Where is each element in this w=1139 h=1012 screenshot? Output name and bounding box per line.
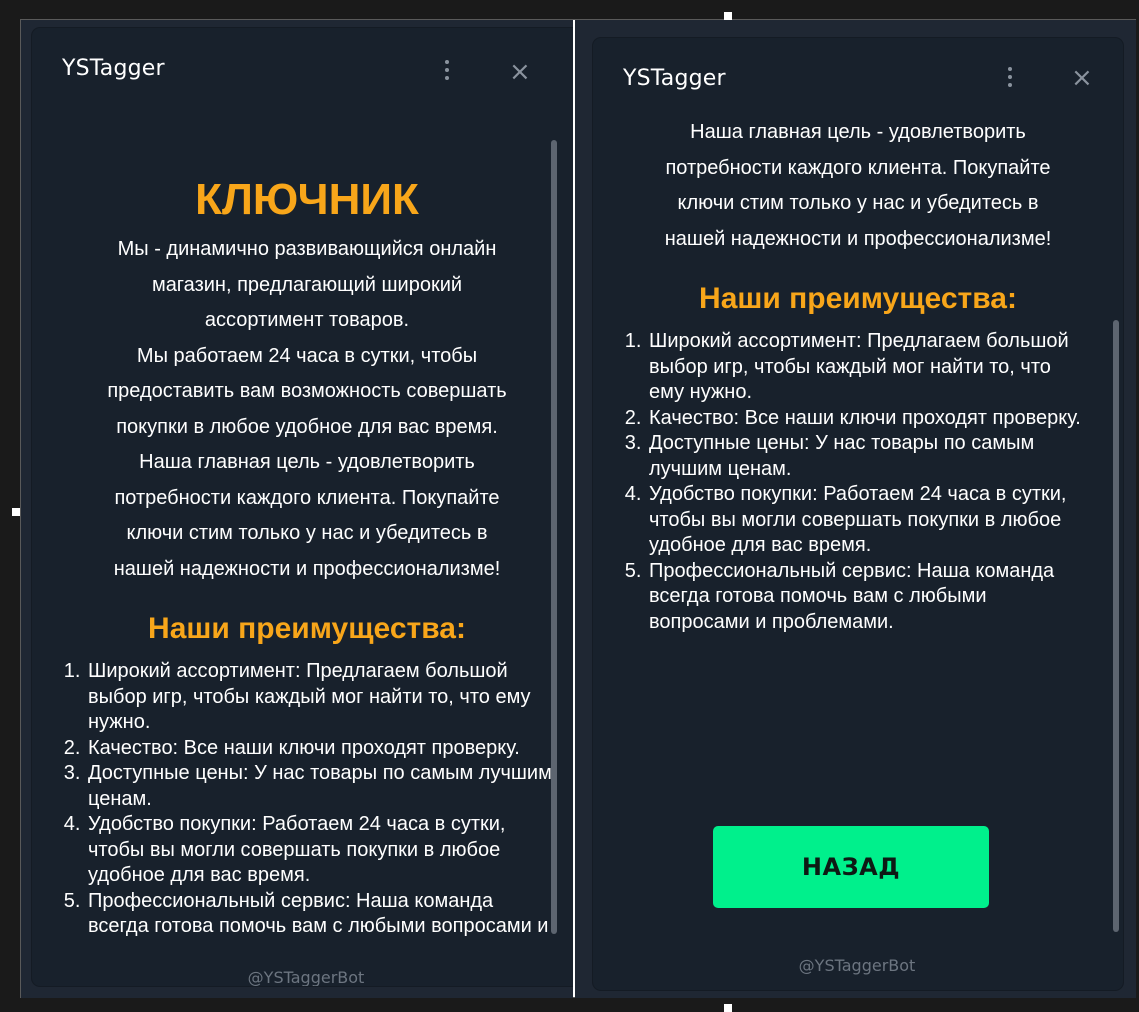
app-title: YSTagger xyxy=(623,66,726,91)
list-item: Доступные цены: У нас товары по самым лу… xyxy=(647,431,1089,482)
list-item: Удобство покупки: Работаем 24 часа в сут… xyxy=(86,812,556,889)
app-header: YSTagger × xyxy=(32,28,573,108)
brand-title: КЛЮЧНИК xyxy=(195,175,419,224)
list-item: Доступные цены: У нас товары по самым лу… xyxy=(86,761,556,812)
list-item: Качество: Все наши ключи проходят провер… xyxy=(647,406,1089,432)
list-item: Качество: Все наши ключи проходят провер… xyxy=(86,736,556,762)
scrollbar-thumb[interactable] xyxy=(1113,320,1119,932)
scroll-content[interactable]: КЛЮЧНИК Мы - динамично развивающийся онл… xyxy=(32,108,573,938)
advantages-title: Наши преимущества: xyxy=(699,282,1017,315)
app-panel: YSTagger × КЛЮЧНИК Мы - динамично развив… xyxy=(32,28,573,986)
list-item: Широкий ассортимент: Предлагаем большой … xyxy=(647,329,1089,406)
footer-handle: @YSTaggerBot xyxy=(247,968,365,986)
kebab-menu-icon[interactable] xyxy=(1006,67,1014,87)
list-item: Широкий ассортимент: Предлагаем большой … xyxy=(86,659,556,736)
list-item: Профессиональный сервис: Наша команда вс… xyxy=(647,559,1089,636)
kebab-menu-icon[interactable] xyxy=(443,60,451,80)
list-item: Удобство покупки: Работаем 24 часа в сут… xyxy=(647,482,1089,559)
intro-text: Мы - динамично развивающийся онлайн мага… xyxy=(107,238,507,580)
close-icon[interactable]: × xyxy=(1071,65,1093,91)
app-title: YSTagger xyxy=(62,56,165,81)
resize-handle[interactable] xyxy=(12,508,20,516)
resize-handle[interactable] xyxy=(724,1004,732,1012)
right-screenshot: YSTagger × КЛЮЧНИК Мы - динамично развив… xyxy=(575,20,1136,998)
footer-handle: @YSTaggerBot xyxy=(798,956,916,975)
left-screenshot: YSTagger × КЛЮЧНИК Мы - динамично развив… xyxy=(21,20,573,998)
intro-text: Мы - динамично развивающийся онлайн мага… xyxy=(664,121,1052,250)
app-header: YSTagger × xyxy=(593,38,1123,118)
close-icon[interactable]: × xyxy=(509,59,531,85)
advantages-title: Наши преимущества: xyxy=(148,612,466,645)
back-button[interactable]: НАЗАД xyxy=(713,826,989,908)
advantages-list: Широкий ассортимент: Предлагаем большой … xyxy=(593,329,1123,635)
scrollbar-thumb[interactable] xyxy=(551,140,557,934)
resize-handle[interactable] xyxy=(724,12,732,20)
advantages-list: Широкий ассортимент: Предлагаем большой … xyxy=(32,659,573,938)
list-item: Профессиональный сервис: Наша команда вс… xyxy=(86,889,556,939)
app-panel: YSTagger × КЛЮЧНИК Мы - динамично развив… xyxy=(593,38,1123,990)
